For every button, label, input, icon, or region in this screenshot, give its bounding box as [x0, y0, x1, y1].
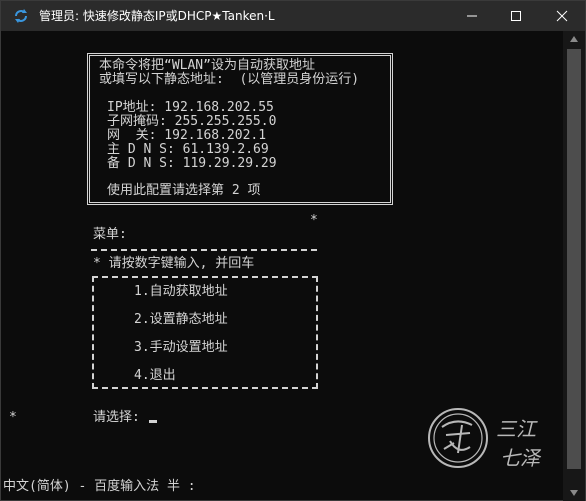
subnet-mask-line: 子网掩码: 255.255.255.0 — [107, 114, 277, 129]
gateway-line: 网 关: 192.168.202.1 — [107, 128, 267, 143]
menu-item-exit[interactable]: 4.退出 — [134, 369, 176, 383]
minimize-button[interactable] — [449, 1, 495, 31]
menu-item-manual-set[interactable]: 3.手动设置地址 — [134, 341, 228, 355]
text-cursor[interactable] — [149, 420, 157, 423]
prompt-star: * — [9, 410, 17, 425]
info-line-2: 或填写以下静态地址: (以管理员身份运行) — [99, 72, 360, 87]
window-title: 管理员: 快速修改静态IP或DHCP★Tanken·L — [39, 9, 275, 23]
menu-item-set-static[interactable]: 2.设置静态地址 — [134, 313, 228, 327]
scroll-down-icon[interactable] — [563, 485, 585, 501]
scroll-up-icon[interactable] — [563, 31, 585, 47]
menu-divider — [91, 249, 317, 251]
menu-title: 菜单: — [93, 227, 127, 242]
menu-star: * — [310, 213, 318, 228]
config-hint-line: 使用此配置请选择第 2 项 — [107, 183, 261, 198]
primary-dns-line: 主 D N S: 61.139.2.69 — [107, 142, 269, 157]
maximize-icon — [511, 11, 521, 21]
ime-status-bar: 中文(简体) - 百度输入法 半 : — [3, 479, 196, 494]
watermark-logo: 三江 七泽 — [428, 408, 542, 470]
info-line-1: 本命令将把“WLAN”设为自动获取地址 — [99, 58, 315, 73]
watermark-text-bottom: 七泽 — [500, 446, 542, 470]
console-window: 管理员: 快速修改静态IP或DHCP★Tanken·L 本命令将把“WLAN”设… — [0, 0, 586, 501]
app-icon — [13, 8, 29, 24]
secondary-dns-line: 备 D N S: 119.29.29.29 — [107, 156, 277, 171]
menu-instruction: * 请按数字键输入, 并回车 — [93, 256, 255, 271]
maximize-button[interactable] — [493, 1, 539, 31]
console-output[interactable]: 本命令将把“WLAN”设为自动获取地址 或填写以下静态地址: (以管理员身份运行… — [1, 31, 563, 501]
close-button[interactable] — [539, 1, 585, 31]
vertical-scrollbar[interactable] — [563, 31, 585, 501]
scrollbar-thumb[interactable] — [567, 49, 581, 469]
ip-address-line: IP地址: 192.168.202.55 — [107, 100, 274, 115]
watermark-text-top: 三江 — [496, 417, 538, 441]
close-icon — [556, 10, 568, 22]
prompt-label: 请选择: — [93, 410, 140, 425]
title-bar[interactable]: 管理员: 快速修改静态IP或DHCP★Tanken·L — [1, 1, 585, 31]
menu-item-auto-dhcp[interactable]: 1.自动获取地址 — [134, 285, 228, 299]
minimize-icon — [467, 15, 477, 17]
